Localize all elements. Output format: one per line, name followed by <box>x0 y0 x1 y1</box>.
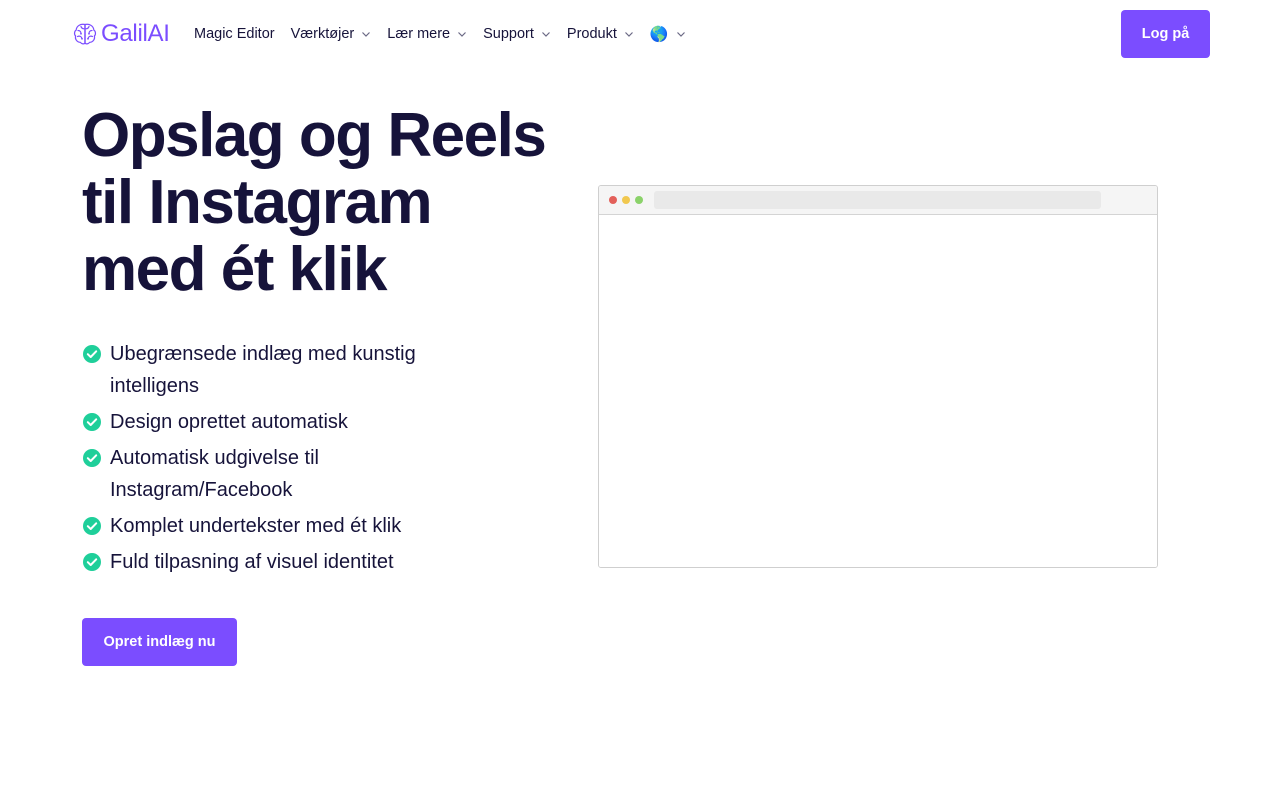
chevron-down-icon <box>541 32 550 37</box>
check-circle-icon <box>83 413 101 431</box>
main-nav: Magic Editor Værktøjer Lær mere Support … <box>194 22 702 46</box>
feature-item: Ubegrænsede indlæg med kunstig intellige… <box>82 338 482 402</box>
feature-item: Komplet undertekster med ét klik <box>82 510 482 542</box>
check-circle-icon <box>83 449 101 467</box>
hero-title: Opslag og Reels til Instagram med ét kli… <box>82 101 547 304</box>
feature-text: Automatisk udgivelse til Instagram/Faceb… <box>110 447 319 501</box>
nav-item-label: Magic Editor <box>194 26 275 42</box>
feature-text: Design oprettet automatisk <box>110 411 348 433</box>
logo[interactable]: GalilAI <box>72 19 170 49</box>
check-circle-icon <box>83 517 101 535</box>
chevron-down-icon <box>458 32 467 37</box>
browser-url-bar <box>654 191 1101 209</box>
browser-mockup <box>598 185 1158 568</box>
nav-item-label: Værktøjer <box>290 26 355 42</box>
nav-item-support[interactable]: Support <box>483 26 551 42</box>
nav-item-product[interactable]: Produkt <box>567 26 634 42</box>
login-button[interactable]: Log på <box>1121 10 1210 58</box>
brain-logo-icon <box>73 23 97 45</box>
nav-item-learn-more[interactable]: Lær mere <box>387 26 467 42</box>
feature-text: Fuld tilpasning af visuel identitet <box>110 551 394 573</box>
browser-content-area <box>599 215 1157 567</box>
globe-icon: 🌎 <box>649 25 669 43</box>
window-minimize-dot-icon <box>622 196 630 204</box>
nav-item-magic-editor[interactable]: Magic Editor <box>194 26 275 42</box>
feature-text: Komplet undertekster med ét klik <box>110 515 402 537</box>
feature-item: Automatisk udgivelse til Instagram/Faceb… <box>82 442 482 506</box>
nav-item-label: Lær mere <box>387 26 451 42</box>
feature-text: Ubegrænsede indlæg med kunstig intellige… <box>110 343 416 397</box>
chevron-down-icon <box>624 32 633 37</box>
window-close-dot-icon <box>609 196 617 204</box>
browser-toolbar <box>599 186 1157 215</box>
nav-item-label: Support <box>483 26 534 42</box>
nav-item-tools[interactable]: Værktøjer <box>291 26 372 42</box>
navbar: GalilAI Magic Editor Værktøjer Lær mere … <box>0 0 1280 68</box>
feature-list: Ubegrænsede indlæg med kunstig intellige… <box>82 338 482 582</box>
window-maximize-dot-icon <box>635 196 643 204</box>
chevron-down-icon <box>676 32 685 37</box>
chevron-down-icon <box>362 32 371 37</box>
feature-item: Design oprettet automatisk <box>82 406 482 438</box>
language-selector[interactable]: 🌎 <box>650 27 686 42</box>
brand-name: GalilAI <box>101 20 170 47</box>
check-circle-icon <box>83 553 101 571</box>
check-circle-icon <box>83 345 101 363</box>
feature-item: Fuld tilpasning af visuel identitet <box>82 546 482 578</box>
nav-item-label: Produkt <box>566 26 617 42</box>
create-post-button[interactable]: Opret indlæg nu <box>82 618 237 666</box>
